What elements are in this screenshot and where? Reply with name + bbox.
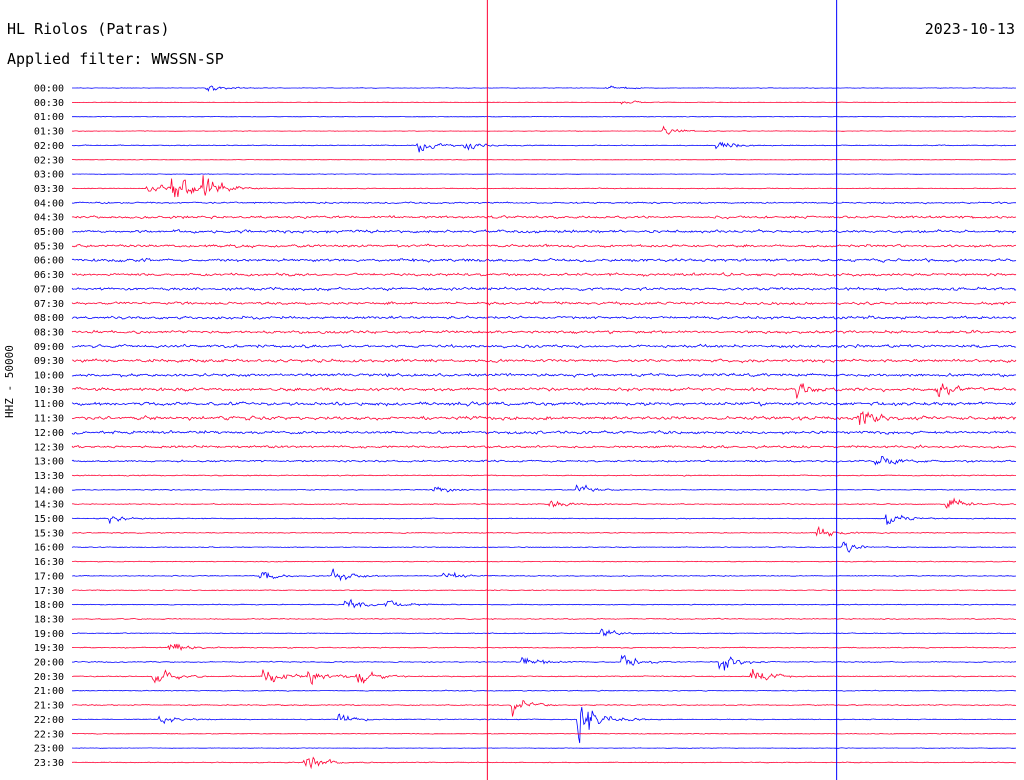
- time-label-1130: 11:30: [34, 414, 64, 425]
- time-label-1030: 10:30: [34, 385, 64, 396]
- time-label-1500: 15:00: [34, 514, 64, 525]
- trace-2100: [72, 689, 1017, 692]
- trace-1000: [71, 372, 1017, 378]
- time-label-1430: 14:30: [34, 500, 64, 511]
- time-label-2300: 23:00: [34, 744, 64, 755]
- trace-1100: [71, 401, 1017, 407]
- trace-0500: [71, 228, 1017, 234]
- time-label-0100: 01:00: [34, 112, 64, 123]
- time-label-1900: 19:00: [34, 629, 64, 640]
- trace-1230: [71, 444, 1017, 449]
- time-label-1200: 12:00: [34, 428, 64, 439]
- trace-1700: [71, 568, 1017, 582]
- time-label-1700: 17:00: [34, 571, 64, 582]
- trace-1300: [71, 456, 1017, 466]
- trace-0930: [71, 358, 1017, 364]
- trace-1330: [71, 474, 1016, 477]
- trace-0330: [71, 175, 1017, 198]
- time-label-0600: 06:00: [34, 256, 64, 267]
- time-label-0800: 08:00: [34, 313, 64, 324]
- time-tick-labels: 00:00 00:30 01:00 01:30 02:00 02:30 03:00 03:30…: [34, 84, 64, 769]
- trace-0730: [71, 301, 1017, 306]
- trace-0230: [71, 159, 1017, 161]
- trace-1030: [71, 383, 1017, 399]
- trace-0030: [71, 100, 1017, 105]
- trace-1930: [71, 643, 1017, 651]
- time-label-0500: 05:00: [34, 227, 64, 238]
- time-label-0930: 09:30: [34, 356, 64, 367]
- time-label-0130: 01:30: [34, 127, 64, 138]
- trace-0130: [71, 125, 1016, 135]
- trace-0600: [71, 257, 1017, 263]
- seismogram-plot: 00:00 00:30 01:00 01:30 02:00 02:30 03:00 03:30…: [34, 0, 1017, 780]
- time-label-1600: 16:00: [34, 543, 64, 554]
- trace-0200: [71, 141, 1017, 153]
- time-label-0330: 03:30: [34, 184, 64, 195]
- time-label-1630: 16:30: [34, 557, 64, 568]
- time-label-1330: 13:30: [34, 471, 64, 482]
- trace-1730: [71, 589, 1017, 592]
- time-label-0400: 04:00: [34, 198, 64, 209]
- time-label-0530: 05:30: [34, 241, 64, 252]
- trace-1600: [71, 541, 1017, 553]
- trace-0300: [71, 173, 1016, 175]
- time-label-2000: 20:00: [34, 658, 64, 669]
- trace-1400: [71, 484, 1017, 493]
- time-label-0300: 03:00: [34, 170, 64, 181]
- trace-1830: [71, 617, 1017, 620]
- time-label-1400: 14:00: [34, 485, 64, 496]
- time-label-2330: 23:30: [34, 758, 64, 769]
- trace-0630: [71, 272, 1017, 277]
- trace-2200: [71, 707, 1017, 744]
- time-label-1930: 19:30: [34, 643, 64, 654]
- trace-0700: [71, 286, 1017, 292]
- trace-0430: [71, 215, 1017, 220]
- trace-2000: [71, 654, 1017, 671]
- time-label-0230: 02:30: [34, 155, 64, 166]
- trace-0830: [71, 329, 1017, 335]
- trace-0100: [72, 115, 1016, 118]
- trace-1200: [71, 430, 1017, 435]
- time-label-1000: 10:00: [34, 371, 64, 382]
- trace-1630: [71, 560, 1017, 563]
- trace-2330: [72, 756, 1016, 770]
- time-label-2130: 21:30: [34, 701, 64, 712]
- time-label-0430: 04:30: [34, 213, 64, 224]
- trace-0000: [72, 85, 1017, 92]
- trace-1130: [71, 410, 1017, 425]
- trace-group: [71, 85, 1017, 770]
- time-label-2100: 21:00: [34, 686, 64, 697]
- time-label-1530: 15:30: [34, 528, 64, 539]
- time-label-0030: 00:30: [34, 98, 64, 109]
- time-label-2230: 22:30: [34, 729, 64, 740]
- time-label-0700: 07:00: [34, 284, 64, 295]
- time-label-0730: 07:30: [34, 299, 64, 310]
- time-label-0630: 06:30: [34, 270, 64, 281]
- trace-2030: [71, 669, 1017, 686]
- trace-0530: [71, 243, 1017, 249]
- time-label-1800: 18:00: [34, 600, 64, 611]
- trace-1500: [71, 514, 1017, 525]
- time-label-0200: 02:00: [34, 141, 64, 152]
- trace-0800: [71, 315, 1017, 320]
- trace-1430: [71, 497, 1017, 509]
- trace-2130: [71, 699, 1017, 717]
- time-label-0900: 09:00: [34, 342, 64, 353]
- trace-1900: [72, 628, 1017, 637]
- time-label-2030: 20:30: [34, 672, 64, 683]
- time-label-1100: 11:00: [34, 399, 64, 410]
- trace-0400: [71, 201, 1017, 205]
- trace-2300: [71, 747, 1017, 749]
- time-label-2200: 22:00: [34, 715, 64, 726]
- time-label-1730: 17:30: [34, 586, 64, 597]
- time-label-1300: 13:00: [34, 457, 64, 468]
- time-label-1830: 18:30: [34, 614, 64, 625]
- time-label-0000: 00:00: [34, 84, 64, 95]
- time-label-1230: 12:30: [34, 442, 64, 453]
- trace-0900: [71, 343, 1017, 349]
- time-label-0830: 08:30: [34, 327, 64, 338]
- trace-1800: [71, 598, 1016, 609]
- trace-2230: [71, 732, 1017, 735]
- trace-1530: [71, 525, 1016, 537]
